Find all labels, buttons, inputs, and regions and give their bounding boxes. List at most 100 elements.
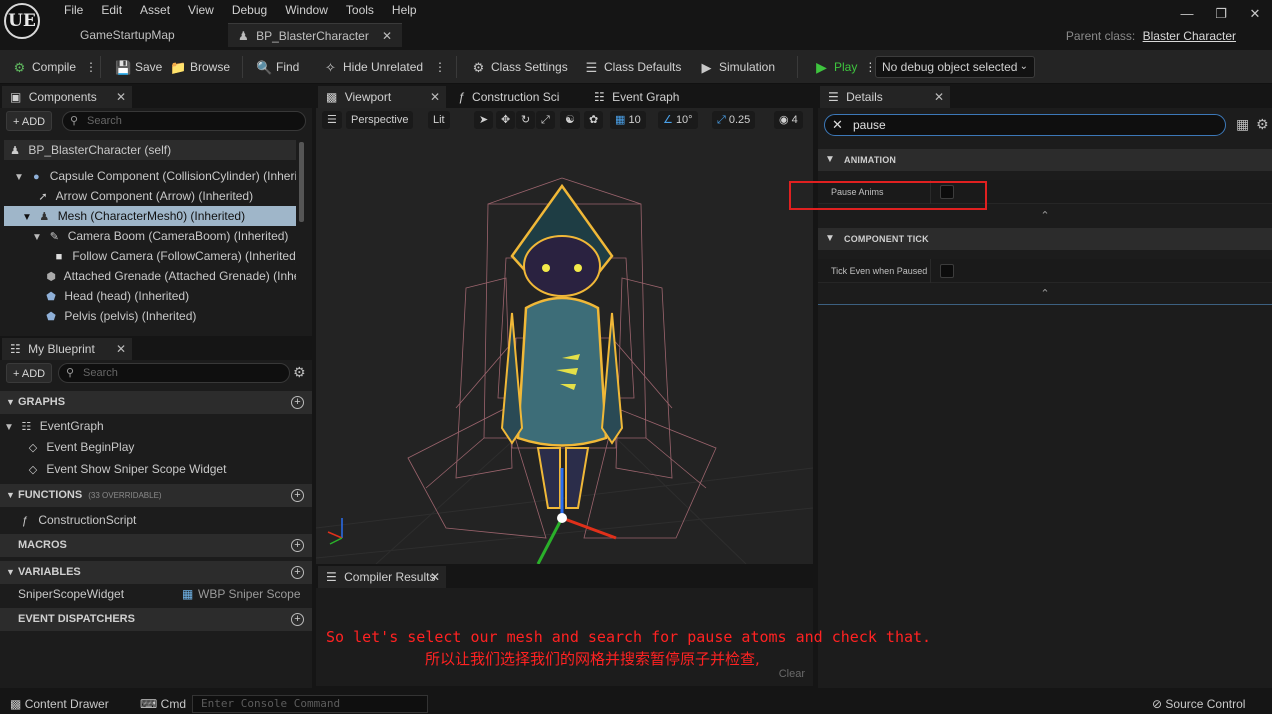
- clear-button[interactable]: Clear: [779, 668, 805, 680]
- tab-details[interactable]: ☰ Details ✕: [820, 86, 950, 108]
- menu-debug[interactable]: Debug: [223, 3, 276, 17]
- close-icon[interactable]: ✕: [430, 566, 440, 588]
- class-settings-button[interactable]: ⚙ Class Settings: [471, 58, 568, 76]
- menu-edit[interactable]: Edit: [92, 3, 131, 17]
- event-graph-item[interactable]: ▼ ☷ EventGraph: [4, 416, 304, 436]
- perspective-button[interactable]: Perspective: [346, 111, 414, 129]
- viewport-menu-icon[interactable]: ☰: [322, 111, 342, 129]
- tab-viewport[interactable]: ▩ Viewport ✕: [318, 86, 446, 108]
- world-local-icon[interactable]: ☯: [560, 111, 580, 129]
- section-macros[interactable]: MACROS +: [0, 534, 312, 557]
- tab-my-blueprint[interactable]: ☷ My Blueprint ✕: [2, 338, 132, 360]
- select-tool-icon[interactable]: ➤: [474, 111, 494, 129]
- component-item-attached-grenade[interactable]: ⬢ Attached Grenade (Attached Grenade) (I…: [4, 266, 296, 286]
- grid-snap-button[interactable]: ▦ 10: [610, 111, 646, 129]
- add-macro-icon[interactable]: +: [291, 539, 304, 552]
- angle-snap-button[interactable]: ∠ 10°: [658, 111, 698, 129]
- viewport[interactable]: ☰ Perspective Lit ➤ ✥ ↻ ⤢ ☯ ✿ ▦ 10 ∠ 10°…: [316, 108, 813, 564]
- section-event-dispatchers[interactable]: EVENT DISPATCHERS +: [0, 608, 312, 631]
- component-label: Follow Camera (FollowCamera) (Inherited): [72, 249, 296, 263]
- tab-compiler-results[interactable]: ☰ Compiler Results ✕: [318, 566, 446, 588]
- tab-gamestartupmap[interactable]: GameStartupMap: [70, 23, 185, 47]
- event-show-sniper-item[interactable]: ◇ Event Show Sniper Scope Widget: [26, 459, 306, 479]
- hide-unrelated-button[interactable]: ✧ Hide Unrelated ⋮: [323, 58, 446, 76]
- component-item-arrow[interactable]: ➚ Arrow Component (Arrow) (Inherited): [4, 186, 296, 206]
- content-drawer-button[interactable]: ▩ Content Drawer: [10, 696, 109, 712]
- add-dispatcher-icon[interactable]: +: [291, 613, 304, 626]
- table-view-icon[interactable]: ▦: [1236, 116, 1249, 133]
- debug-object-select[interactable]: No debug object selected ⌄: [875, 56, 1035, 78]
- unreal-logo-icon[interactable]: UE: [4, 3, 40, 39]
- section-functions[interactable]: ▼ FUNCTIONS (33 OVERRIDABLE) +: [0, 484, 312, 507]
- menu-asset[interactable]: Asset: [131, 3, 179, 17]
- component-item-camera-boom[interactable]: ▼ ✎ Camera Boom (CameraBoom) (Inherited): [4, 226, 296, 246]
- caret-down-icon[interactable]: ▼: [14, 168, 26, 186]
- component-item-mesh[interactable]: ▼ ♟ Mesh (CharacterMesh0) (Inherited): [4, 206, 296, 226]
- add-variable-icon[interactable]: +: [291, 566, 304, 579]
- close-icon[interactable]: ✕: [934, 86, 944, 108]
- components-scrollbar[interactable]: [299, 142, 304, 222]
- compile-options-icon[interactable]: ⋮: [85, 58, 97, 76]
- class-defaults-button[interactable]: ☰ Class Defaults: [584, 58, 682, 76]
- cmd-button[interactable]: ⌨ Cmd: [140, 696, 186, 712]
- component-item-capsule[interactable]: ▼ ● Capsule Component (CollisionCylinder…: [4, 166, 296, 186]
- hide-unrelated-options-icon[interactable]: ⋮: [434, 58, 446, 76]
- add-component-button[interactable]: + ADD: [6, 111, 53, 131]
- book-icon: ☷: [10, 342, 21, 356]
- gear-icon[interactable]: ⚙: [293, 364, 306, 381]
- save-button[interactable]: 💾 Save: [115, 58, 162, 76]
- component-item-follow-camera[interactable]: ■ Follow Camera (FollowCamera) (Inherite…: [4, 246, 296, 266]
- tab-event-graph[interactable]: ☷ Event Graph: [586, 86, 706, 108]
- tab-bp-blastercharacter[interactable]: ♟ BP_BlasterCharacter ✕: [228, 23, 402, 47]
- add-function-icon[interactable]: +: [291, 489, 304, 502]
- parent-class-link[interactable]: Blaster Character: [1143, 29, 1236, 43]
- my-blueprint-search-input[interactable]: ⚲ Search: [58, 363, 290, 383]
- collapse-advanced-icon[interactable]: ⌃: [818, 284, 1272, 304]
- section-variables[interactable]: ▼ VARIABLES +: [0, 561, 312, 584]
- add-graph-icon[interactable]: +: [291, 396, 304, 409]
- clear-search-icon[interactable]: ✕: [832, 115, 843, 135]
- simulation-button[interactable]: ▶ Simulation: [699, 58, 776, 76]
- close-tab-icon[interactable]: ✕: [382, 24, 392, 48]
- rotate-tool-icon[interactable]: ↻: [516, 111, 536, 129]
- menu-window[interactable]: Window: [276, 3, 337, 17]
- caret-down-icon[interactable]: ▼: [22, 208, 34, 226]
- caret-down-icon[interactable]: ▼: [4, 418, 16, 436]
- move-tool-icon[interactable]: ✥: [496, 111, 516, 129]
- details-search-input[interactable]: ✕ pause: [824, 114, 1226, 136]
- section-graphs[interactable]: ▼ GRAPHS +: [0, 391, 312, 414]
- close-icon[interactable]: ✕: [430, 86, 440, 108]
- menu-file[interactable]: File: [55, 3, 92, 17]
- menu-tools[interactable]: Tools: [337, 3, 383, 17]
- caret-down-icon[interactable]: ▼: [32, 228, 44, 246]
- component-item-head[interactable]: ⬟ Head (head) (Inherited): [4, 286, 296, 306]
- close-icon[interactable]: ✕: [116, 338, 126, 360]
- close-icon[interactable]: ✕: [116, 86, 126, 108]
- camera-speed-button[interactable]: ◉ 4: [774, 111, 803, 129]
- variable-item[interactable]: SniperScopeWidget ▦ WBP Sniper Scope: [18, 584, 308, 604]
- compile-button[interactable]: ⚙ Compile ⋮: [12, 58, 97, 76]
- lit-button[interactable]: Lit: [428, 111, 450, 129]
- browse-button[interactable]: 📁 Browse: [170, 58, 230, 76]
- event-beginplay-item[interactable]: ◇ Event BeginPlay: [26, 437, 306, 457]
- category-component-tick[interactable]: ▼ COMPONENT TICK: [818, 228, 1272, 250]
- settings-gear-icon[interactable]: ⚙: [1256, 116, 1269, 133]
- console-input[interactable]: Enter Console Command: [192, 695, 428, 713]
- construction-script-item[interactable]: ƒ ConstructionScript: [18, 510, 306, 530]
- surface-snap-icon[interactable]: ✿: [584, 111, 604, 129]
- component-item-self[interactable]: ♟ BP_BlasterCharacter (self): [4, 140, 296, 160]
- tab-construction-script[interactable]: ƒ Construction Sci: [450, 86, 580, 108]
- category-animation[interactable]: ▼ ANIMATION: [818, 149, 1272, 171]
- scale-snap-button[interactable]: ⤢ 0.25: [712, 111, 756, 129]
- menu-view[interactable]: View: [179, 3, 223, 17]
- component-item-pelvis[interactable]: ⬟ Pelvis (pelvis) (Inherited): [4, 306, 296, 326]
- play-button[interactable]: ▶ Play ⋮: [814, 58, 876, 76]
- scale-tool-icon[interactable]: ⤢: [536, 111, 555, 129]
- tab-components[interactable]: ▣ Components ✕: [2, 86, 132, 108]
- add-member-button[interactable]: + ADD: [6, 363, 53, 383]
- find-button[interactable]: 🔍 Find: [256, 58, 299, 76]
- source-control-button[interactable]: ⊘ Source Control: [1152, 696, 1245, 712]
- tick-even-when-paused-checkbox[interactable]: [940, 264, 954, 278]
- menu-help[interactable]: Help: [383, 3, 426, 17]
- components-search-input[interactable]: ⚲ Search: [62, 111, 306, 131]
